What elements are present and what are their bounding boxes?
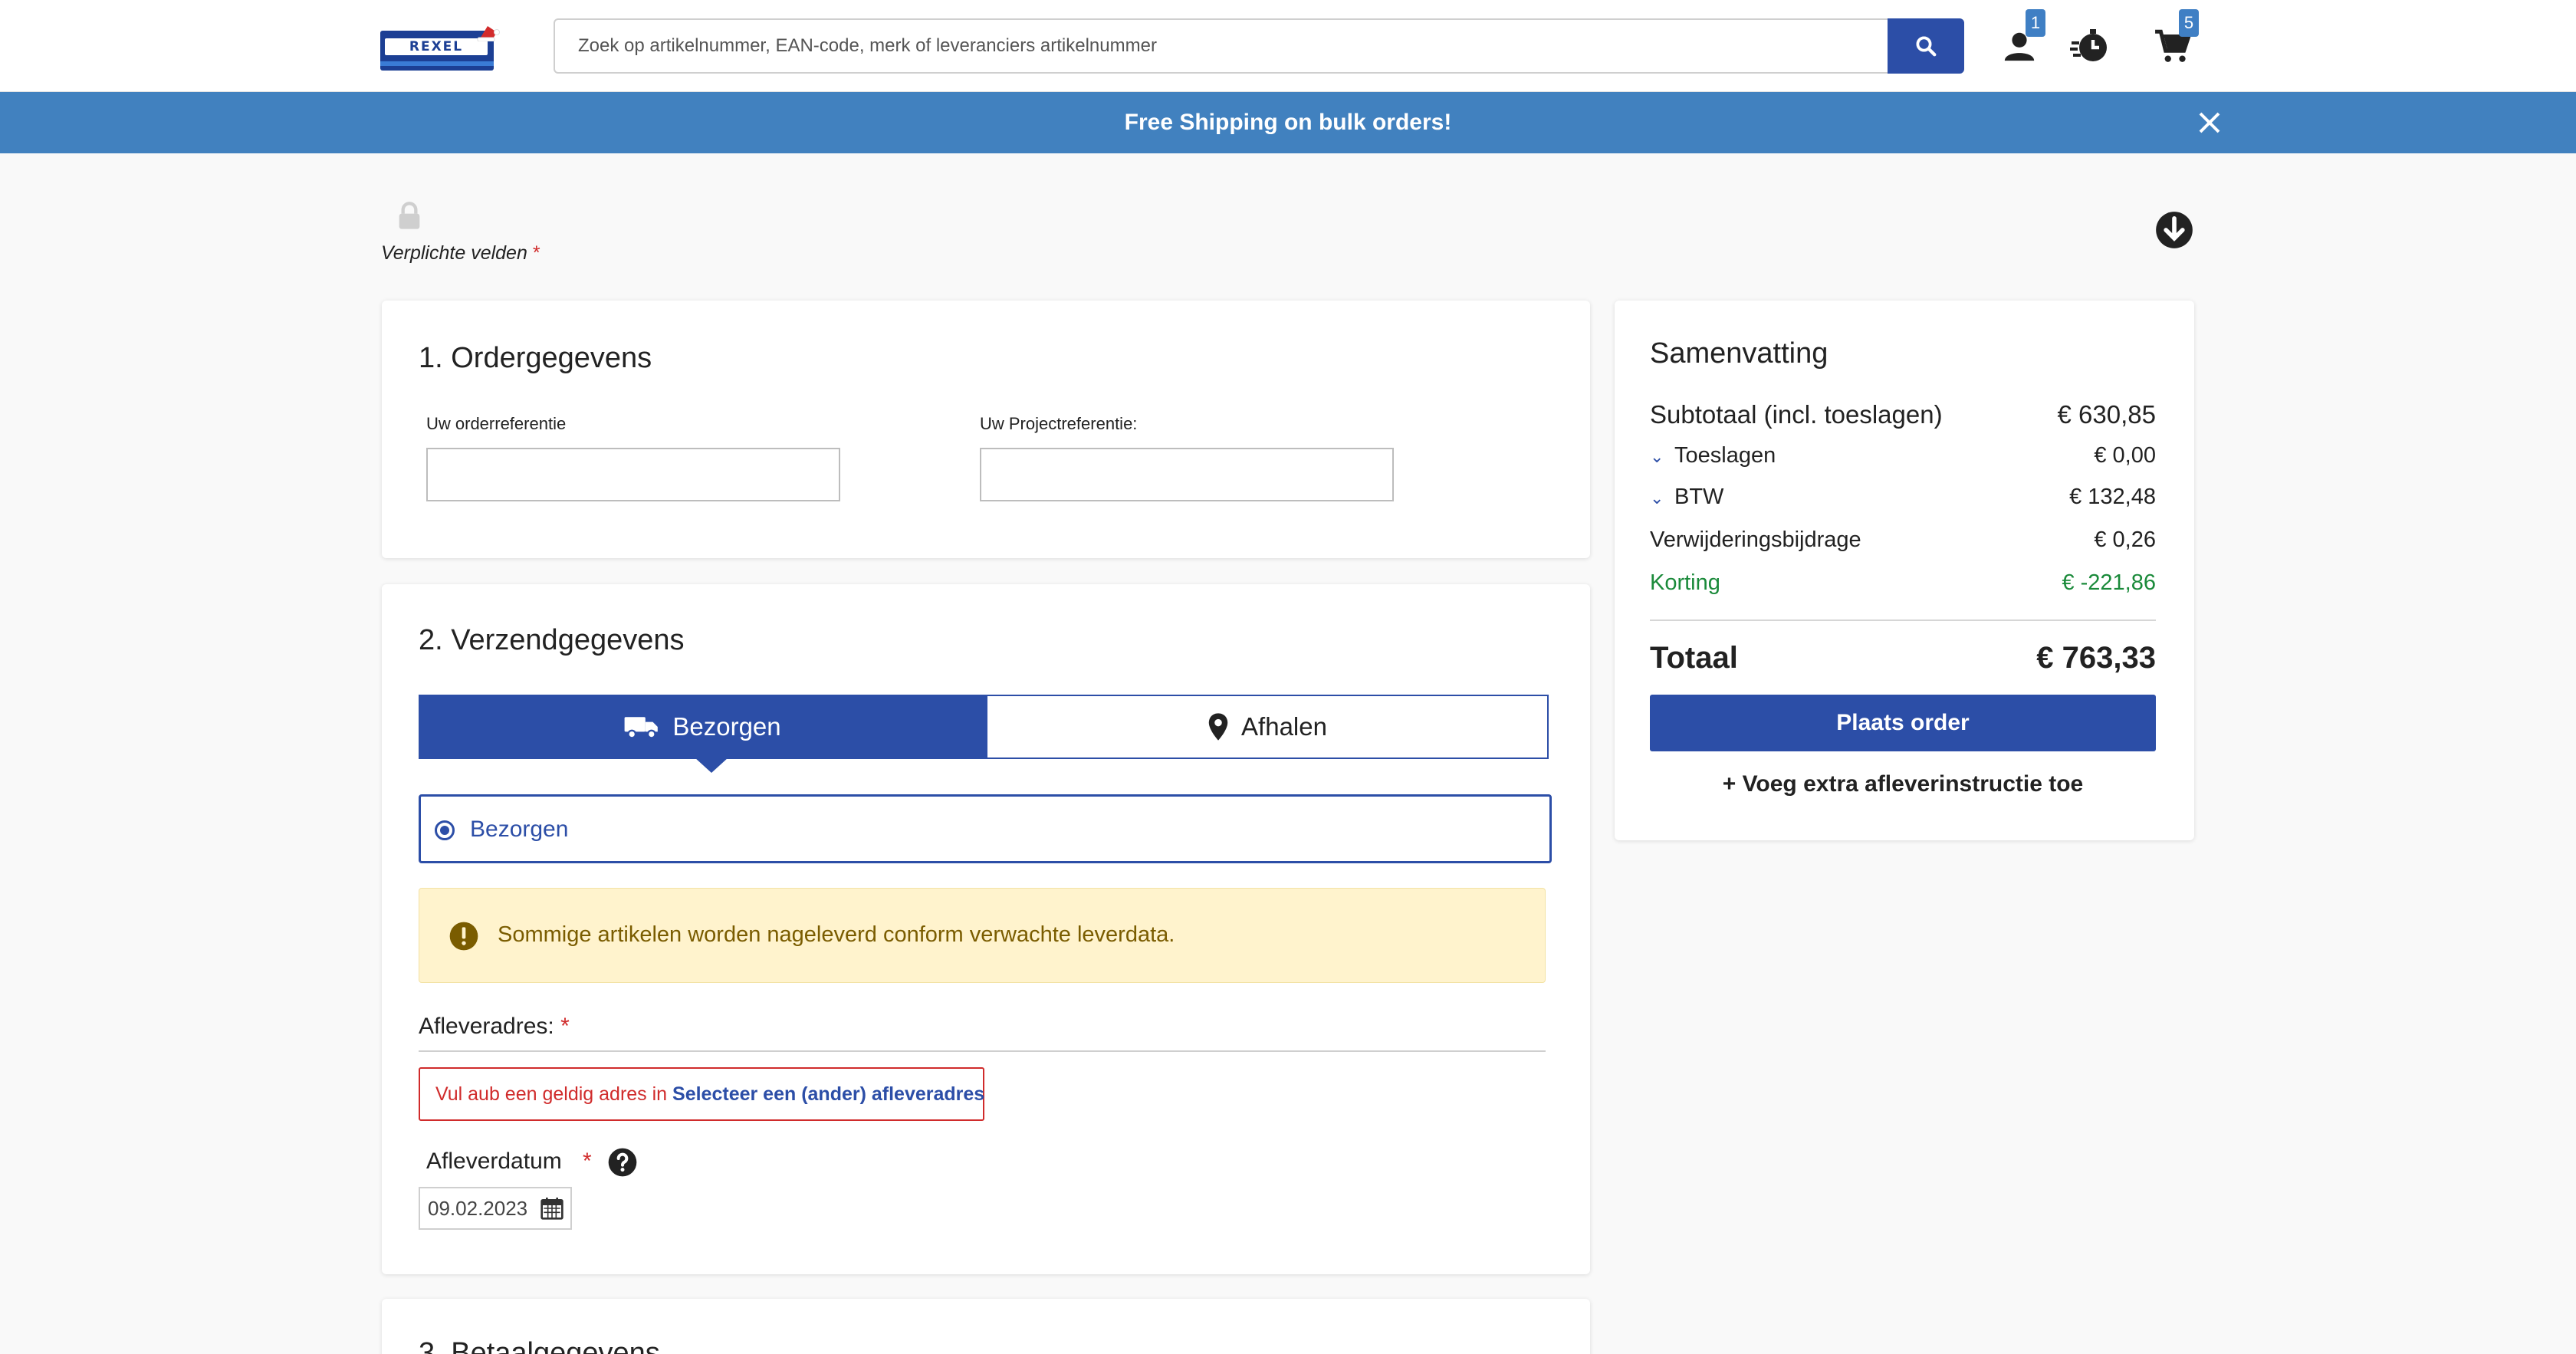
order-details-card: 1. Ordergegevens Uw orderreferentie Uw P… <box>382 301 1590 558</box>
warning-text: Sommige artikelen worden nageleverd conf… <box>498 922 1175 947</box>
search-bar <box>554 18 1964 74</box>
site-header: REXEL 1 <box>0 0 2576 92</box>
delivery-option-label: Bezorgen <box>470 817 569 842</box>
order-ref-label: Uw orderreferentie <box>426 414 567 433</box>
project-ref-input[interactable] <box>980 448 1394 501</box>
radio-selected[interactable] <box>435 820 455 840</box>
total-row: Totaal € 763,33 <box>1650 641 2156 675</box>
search-input[interactable] <box>555 20 1889 72</box>
tab-deliver[interactable]: Bezorgen <box>419 695 986 759</box>
banner-text: Free Shipping on bulk orders! <box>1124 110 1452 135</box>
santa-hat-icon <box>477 26 500 41</box>
plus-icon: + <box>1722 771 1737 797</box>
search-icon <box>1916 36 1937 57</box>
subtotal-row: Subtotaal (incl. toeslagen) € 630,85 <box>1650 400 2156 429</box>
order-ref-input[interactable] <box>426 448 840 501</box>
required-star: * <box>583 1149 592 1174</box>
summary-title: Samenvatting <box>1650 337 1829 370</box>
backorder-warning: Sommige artikelen worden nageleverd conf… <box>419 888 1546 983</box>
place-order-button[interactable]: Plaats order <box>1650 695 2156 751</box>
address-error: Vul aub een geldig adres in Selecteer ee… <box>419 1067 984 1121</box>
divider <box>419 1050 1546 1052</box>
exclamation-circle-icon <box>449 922 478 951</box>
project-ref-label: Uw Projectreferentie: <box>980 414 1138 433</box>
surcharges-row[interactable]: ⌄ Toeslagen € 0,00 <box>1650 443 2156 468</box>
cart-badge: 5 <box>2179 9 2199 37</box>
promo-banner: Free Shipping on bulk orders! <box>0 92 2576 153</box>
delivery-date-label: Afleverdatum <box>426 1149 562 1174</box>
logo-text: REXEL <box>385 38 488 55</box>
address-label: Afleveradres: * <box>419 1014 570 1039</box>
select-address-link[interactable]: Selecteer een (ander) afleveradres <box>672 1083 984 1105</box>
payment-title: 3. Betaalgegevens <box>419 1337 660 1354</box>
payment-card: 3. Betaalgegevens <box>382 1299 1590 1354</box>
tab-indicator <box>695 758 728 773</box>
delivery-option[interactable]: Bezorgen <box>419 794 1552 863</box>
location-pin-icon <box>1208 713 1228 741</box>
quick-order-button[interactable] <box>2067 23 2113 69</box>
required-fields-note: Verplichte velden * <box>381 242 540 264</box>
truck-icon <box>624 717 659 739</box>
tab-pickup[interactable]: Afhalen <box>986 695 1549 759</box>
shipping-title: 2. Verzendgegevens <box>419 624 685 656</box>
search-button[interactable] <box>1888 18 1964 74</box>
arrow-down-circle-icon[interactable] <box>2154 210 2194 250</box>
chevron-down-icon: ⌄ <box>1650 447 1664 466</box>
rexel-logo[interactable]: REXEL <box>380 23 503 71</box>
close-icon[interactable] <box>2197 110 2222 135</box>
help-icon[interactable] <box>607 1147 638 1178</box>
cart-button[interactable]: 5 <box>2150 9 2199 69</box>
vat-row[interactable]: ⌄ BTW € 132,48 <box>1650 485 2156 510</box>
account-button[interactable]: 1 <box>1996 9 2045 69</box>
fast-clock-icon <box>2070 29 2107 61</box>
order-details-title: 1. Ordergegevens <box>419 342 652 374</box>
summary-divider <box>1650 619 2156 621</box>
add-instruction-link[interactable]: + Voeg extra afleverinstructie toe <box>1650 771 2156 797</box>
lock-icon <box>399 202 420 229</box>
discount-row: Korting € -221,86 <box>1650 570 2156 595</box>
disposal-row: Verwijderingsbijdrage € 0,26 <box>1650 527 2156 552</box>
account-badge: 1 <box>2026 9 2045 37</box>
chevron-down-icon: ⌄ <box>1650 488 1664 508</box>
calendar-icon[interactable] <box>540 1196 564 1221</box>
